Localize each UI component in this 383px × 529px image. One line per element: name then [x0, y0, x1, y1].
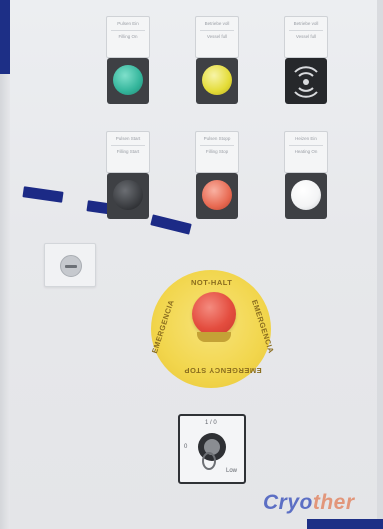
estop-right-label: EMERGENCIA: [250, 298, 276, 355]
legend-top-label: Pulsen Stopp: [203, 136, 231, 141]
legend-top-label: Betriebe voll: [204, 21, 230, 26]
legend-bottom-label: Filling Stop: [205, 149, 229, 154]
legend-plate: Pulsen Start Filling Start: [106, 131, 150, 173]
selector-right-label: Low: [226, 468, 238, 474]
legend-plate: Heizen Ein Heating On: [284, 131, 328, 173]
legend-bottom-label: Heating On: [294, 149, 318, 154]
button-bezel: [285, 58, 327, 104]
legend-top-label: Pulsen Start: [115, 136, 141, 141]
green-lens: [113, 65, 143, 95]
legend-top-label: Pulsen Ein: [117, 21, 139, 26]
legend-top-label: Betriebe voll: [293, 21, 319, 26]
selector-left-label: 0: [184, 444, 188, 450]
legend-bottom-label: Vessel full: [206, 34, 228, 39]
logo-part-a: Cryo: [263, 491, 313, 514]
dash-mark: [150, 214, 192, 235]
estop-top-label: NOT-HALT: [191, 278, 233, 287]
selector-switch[interactable]: 1 / 0 0 Low: [178, 414, 246, 484]
bottom-accent: [307, 519, 383, 529]
black-lens: [113, 180, 143, 210]
legend-bottom-label: Vessel full: [295, 34, 317, 39]
key-slot: [65, 265, 77, 268]
legend-plate: Pulsen Ein Filling On: [106, 16, 150, 58]
dash-mark: [22, 186, 64, 203]
buzzer-icon: [294, 66, 318, 98]
button-bezel: [107, 58, 149, 104]
legend-bottom-label: Filling On: [118, 34, 138, 39]
button-bezel: [107, 173, 149, 219]
button-bezel: [196, 173, 238, 219]
key-switch[interactable]: [44, 243, 96, 287]
legend-plate: Betriebe voll Vessel full: [195, 16, 239, 58]
estop-left-label: EMERGENCIA: [150, 298, 176, 355]
pilot-button[interactable]: Betriebe voll Vessel full: [195, 16, 239, 106]
white-lens: [291, 180, 321, 210]
key-cylinder: [60, 255, 82, 277]
buzzer-unit: Betriebe voll Vessel full: [284, 16, 328, 106]
pilot-button[interactable]: Pulsen Start Filling Start: [106, 131, 150, 221]
legend-bottom-label: Filling Start: [116, 149, 140, 154]
pilot-button[interactable]: Heizen Ein Heating On: [284, 131, 328, 221]
legend-top-label: Heizen Ein: [295, 136, 317, 141]
legend-plate: Pulsen Stopp Filling Stop: [195, 131, 239, 173]
control-panel-photo: Pulsen Ein Filling On Betriebe voll Vess…: [0, 0, 383, 529]
red-lens: [202, 180, 232, 210]
logo-part-b: ther: [312, 491, 355, 514]
selector-top-label: 1 / 0: [205, 420, 217, 426]
button-bezel: [196, 58, 238, 104]
panel-left-edge: [0, 0, 10, 529]
yellow-lens: [202, 65, 232, 95]
brand-logo: Cryother: [263, 491, 355, 515]
estop-collar: [197, 332, 231, 342]
pilot-button[interactable]: Pulsen Ein Filling On: [106, 16, 150, 106]
pilot-button[interactable]: Pulsen Stopp Filling Stop: [195, 131, 239, 221]
button-bezel: [285, 173, 327, 219]
panel-right-edge: [377, 0, 383, 529]
estop-bottom-label: EMERGENCY STOP: [184, 366, 262, 375]
key-ring-icon: [202, 452, 216, 470]
emergency-stop-button[interactable]: [192, 292, 236, 336]
corner-accent: [0, 0, 10, 74]
legend-plate: Betriebe voll Vessel full: [284, 16, 328, 58]
